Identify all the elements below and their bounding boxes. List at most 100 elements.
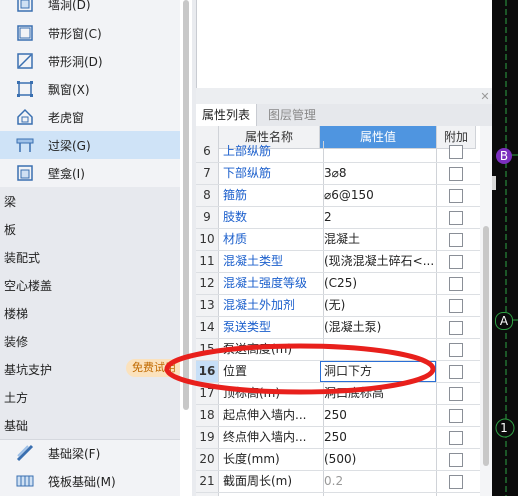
property-row[interactable]: 7 下部纵筋 3⌀8 [196,163,480,185]
extra-checkbox[interactable] [449,343,463,357]
row-number: 8 [196,185,219,206]
property-value[interactable]: (混凝土泵) [320,317,437,338]
property-name: 顶标高(m) [219,383,324,404]
property-row[interactable]: 15 泵送高度(m) [196,339,480,361]
nav-item-niche[interactable]: 壁龛(I) [0,159,180,187]
property-row[interactable]: 13 混凝土外加剂 (无) [196,295,480,317]
extra-checkbox[interactable] [449,233,463,247]
property-value[interactable]: (无) [320,295,437,316]
extra-checkbox[interactable] [449,167,463,181]
axis-tag-b[interactable]: B [496,148,512,164]
extra-checkbox[interactable] [449,409,463,423]
lintel-icon [16,138,34,152]
panel-divider[interactable] [196,88,492,104]
nav-item-foundation-beam[interactable]: 基础梁(F) [0,439,180,467]
extra-checkbox[interactable] [449,189,463,203]
property-value[interactable]: ⌀6@150 [320,185,437,206]
property-value[interactable]: (C25) [320,273,437,294]
property-row[interactable]: 20 长度(mm) (500) [196,449,480,471]
nav-category-slab[interactable]: 板 [0,215,180,244]
property-value[interactable]: 2 [320,207,437,228]
property-name: 箍筋 [219,185,324,206]
property-row[interactable]: 12 混凝土强度等级 (C25) [196,273,480,295]
property-name: 起点伸入墙内... [219,405,324,426]
raft-foundation-icon [16,475,34,487]
extra-checkbox[interactable] [449,299,463,313]
property-row[interactable]: 6 上部纵筋 [196,141,480,163]
nav-category-hollow-floor[interactable]: 空心楼盖 [0,271,180,300]
property-value[interactable]: (现浇混凝土碎石<... [320,251,437,272]
property-row[interactable]: 14 泵送类型 (混凝土泵) [196,317,480,339]
property-row[interactable]: 18 起点伸入墙内... 250 [196,405,480,427]
nav-item-wall-opening[interactable]: 墙洞(D) [0,0,180,18]
property-row[interactable]: 8 箍筋 ⌀6@150 [196,185,480,207]
niche-icon [17,165,33,181]
tree-scrollbar[interactable] [180,0,192,496]
free-trial-badge[interactable]: 免费试用 [126,359,180,377]
row-number: 9 [196,207,219,228]
nav-item-label: 老虎窗 [48,111,85,125]
bay-window-icon [17,81,33,97]
nav-category-prefab[interactable]: 装配式 [0,243,180,272]
property-row[interactable]: 19 终点伸入墙内... 250 [196,427,480,449]
property-name: 混凝土强度等级 [219,273,324,294]
extra-checkbox[interactable] [449,475,463,489]
extra-checkbox[interactable] [449,255,463,269]
row-number: 6 [196,141,219,162]
tab-property-list[interactable]: 属性列表 [196,104,258,126]
drawing-canvas[interactable]: B A 1 [492,0,518,496]
property-grid: 属性名称 属性值 附加 6 上部纵筋 7 下部纵筋 3⌀8 8 箍筋 ⌀6@150 9 肢数 2 10… [196,126,480,496]
extra-checkbox[interactable] [449,321,463,335]
nav-item-dormer-window[interactable]: 老虎窗 [0,103,180,131]
nav-category-earthwork[interactable]: 土方 [0,383,180,412]
nav-item-bay-window[interactable]: 飘窗(X) [0,75,180,103]
nav-category-pit-support[interactable]: 基坑支护 免费试用 [0,355,180,384]
property-row[interactable]: 9 肢数 2 [196,207,480,229]
foundation-beam-icon [16,444,34,462]
row-number: 7 [196,163,219,184]
extra-checkbox[interactable] [449,387,463,401]
nav-item-strip-opening[interactable]: 带形洞(D) [0,47,180,75]
close-icon[interactable]: ✕ [478,90,492,104]
scrollbar-thumb[interactable] [483,226,489,466]
property-value[interactable]: 洞口底标高 [320,383,437,404]
nav-category-label: 板 [4,223,17,237]
nav-category-beam[interactable]: 梁 [0,187,180,216]
nav-category-foundation[interactable]: 基础 [0,411,180,440]
nav-item-strip-window[interactable]: 带形窗(C) [0,19,180,47]
property-row[interactable]: 11 混凝土类型 (现浇混凝土碎石<... [196,251,480,273]
axis-tag-1[interactable]: 1 [496,420,512,436]
extra-checkbox[interactable] [449,277,463,291]
nav-item-raft-foundation[interactable]: 筏板基础(M) [0,467,180,495]
axis-tag-a[interactable]: A [495,312,513,330]
nav-category-label: 空心楼盖 [4,279,53,293]
property-value[interactable] [320,141,437,162]
extra-checkbox[interactable] [449,365,463,379]
property-row[interactable]: 17 顶标高(m) 洞口底标高 [196,383,480,405]
tab-layer-management[interactable]: 图层管理 [262,104,322,126]
extra-checkbox[interactable] [449,431,463,445]
property-row[interactable]: 16 位置 洞口下方 [196,361,480,383]
nav-category-stairs[interactable]: 楼梯 [0,299,180,328]
property-value[interactable]: 0.2 [320,471,437,492]
nav-item-label: 壁龛(I) [48,167,85,181]
extra-checkbox[interactable] [449,145,463,159]
property-value[interactable]: 250 [320,427,437,448]
property-value[interactable]: 3⌀8 [320,163,437,184]
nav-item-label: 过梁(G) [48,139,91,153]
property-row[interactable]: 21 截面周长(m) 0.2 [196,471,480,493]
property-value[interactable]: 混凝土 [320,229,437,250]
extra-checkbox[interactable] [449,211,463,225]
property-value[interactable] [320,339,437,360]
nav-item-label: 基础梁(F) [48,447,101,461]
property-row[interactable]: 10 材质 混凝土 [196,229,480,251]
property-scrollbar[interactable] [480,126,492,496]
property-value[interactable]: (500) [320,449,437,470]
property-value[interactable]: 洞口下方 [320,361,437,382]
property-value[interactable]: 250 [320,405,437,426]
nav-category-finishing[interactable]: 装修 [0,327,180,356]
extra-checkbox[interactable] [449,453,463,467]
property-name: 下部纵筋 [219,163,324,184]
nav-item-lintel[interactable]: 过梁(G) [0,131,180,159]
scrollbar-thumb[interactable] [183,0,189,410]
